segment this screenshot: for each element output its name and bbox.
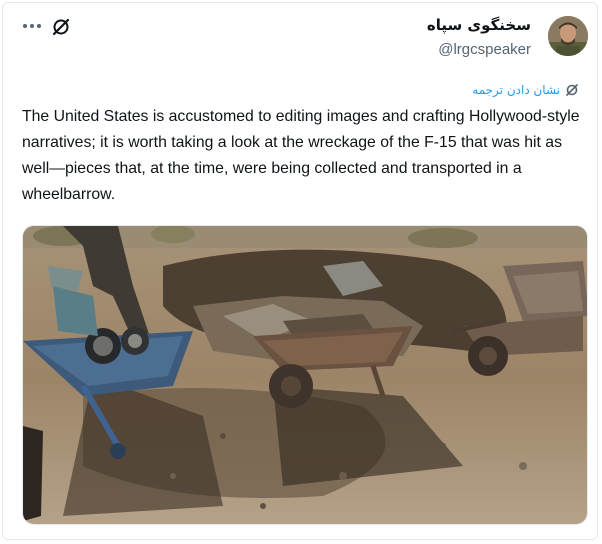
display-name[interactable]: سخنگوی سپاه [427, 15, 531, 35]
translate-label[interactable]: نشان دادن ترجمه [472, 82, 560, 98]
translate-button[interactable]: نشان دادن ترجمه [472, 82, 579, 98]
user-handle[interactable]: @lrgcspeaker [427, 41, 531, 59]
tweet-card: سخنگوی سپاه @lrgcspeaker نشان دادن ترجمه… [2, 2, 598, 540]
author-info[interactable]: سخنگوی سپاه @lrgcspeaker [427, 15, 531, 59]
wreckage-photo [23, 226, 587, 524]
translate-icon [566, 84, 578, 96]
tweet-text: The United States is accustomed to editi… [22, 108, 580, 203]
tweet-photo[interactable] [22, 225, 588, 525]
avatar[interactable] [548, 16, 588, 56]
grok-icon[interactable] [51, 17, 71, 37]
more-options-icon[interactable] [23, 19, 45, 33]
